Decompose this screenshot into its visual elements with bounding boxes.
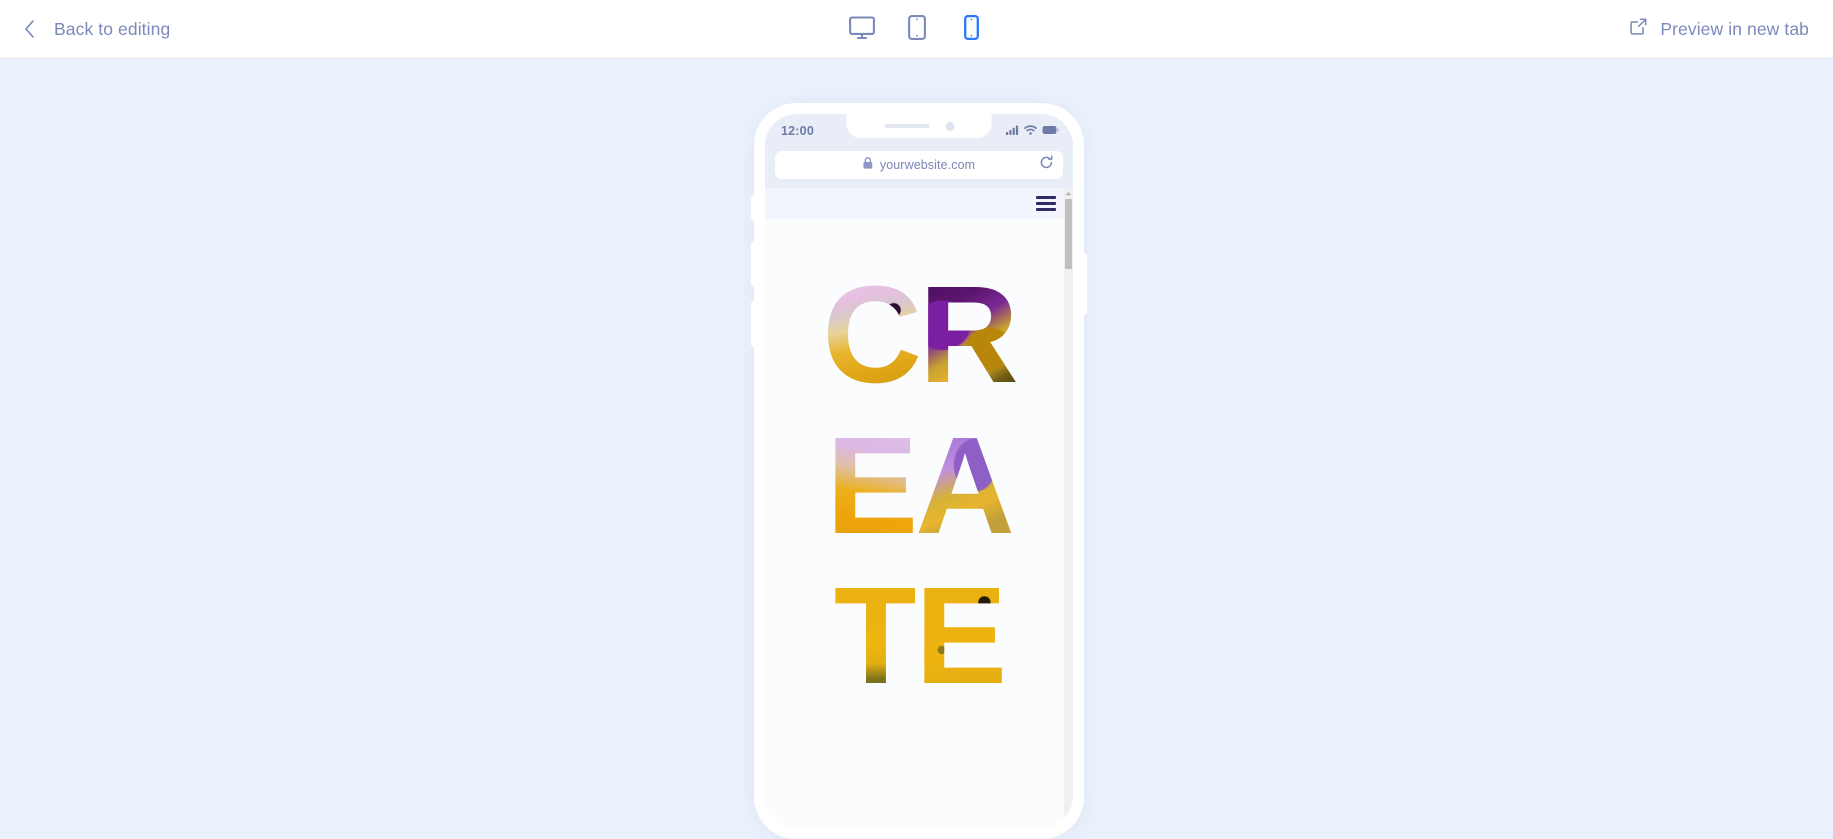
preview-toolbar: Back to editing Preview in new tab — [0, 0, 1833, 58]
address-bar[interactable]: yourwebsite.com — [775, 151, 1063, 179]
wifi-icon — [1024, 122, 1037, 140]
preview-canvas: 12:00 yourwebsite.com C R E A T E — [0, 58, 1833, 839]
hero-letter: E — [826, 408, 918, 563]
hero-letter: R — [919, 258, 1016, 412]
hero-row: T E — [833, 559, 1005, 714]
browser-chrome: yourwebsite.com — [765, 147, 1073, 188]
phone-volume-down-button — [751, 301, 755, 347]
device-toggle-desktop[interactable] — [847, 12, 877, 46]
reload-icon[interactable] — [1040, 155, 1053, 175]
phone-power-button — [1083, 253, 1087, 315]
website-viewport: C R E A T E — [765, 188, 1073, 828]
scrollbar-thumb[interactable] — [1065, 199, 1072, 269]
address-bar-url: yourwebsite.com — [879, 158, 976, 172]
scroll-up-arrow-icon[interactable] — [1064, 188, 1073, 199]
preview-in-new-tab-button[interactable]: Preview in new tab — [1630, 18, 1809, 40]
tablet-icon — [907, 15, 926, 43]
status-bar-icons — [1006, 122, 1059, 140]
hero-row: C R — [822, 258, 1016, 412]
address-bar-content: yourwebsite.com — [863, 156, 975, 174]
status-bar-time: 12:00 — [781, 123, 814, 138]
hero-headline: C R E A T E — [765, 219, 1073, 714]
hero-letter: E — [915, 559, 1005, 714]
website-navbar — [765, 188, 1073, 219]
mobile-device-mockup: 12:00 yourwebsite.com C R E A T E — [751, 103, 1087, 839]
phone-notch — [846, 114, 992, 138]
desktop-icon — [848, 15, 875, 43]
preview-in-new-tab-label: Preview in new tab — [1660, 18, 1809, 39]
back-to-editing-button[interactable]: Back to editing — [24, 19, 170, 40]
mobile-icon — [964, 14, 979, 43]
earpiece-speaker — [884, 124, 929, 128]
phone-status-bar: 12:00 — [765, 114, 1073, 147]
device-toggle-mobile[interactable] — [957, 12, 987, 46]
phone-volume-up-button — [751, 241, 755, 287]
chevron-left-icon — [24, 20, 35, 38]
phone-screen: 12:00 yourwebsite.com C R E A T E — [765, 114, 1073, 828]
back-to-editing-label: Back to editing — [54, 18, 171, 39]
device-preview-toggle-group — [847, 12, 987, 46]
hero-row: E A — [826, 408, 1012, 563]
signal-bars-icon — [1006, 122, 1019, 140]
phone-silent-switch — [751, 195, 755, 221]
hero-letter: C — [822, 258, 919, 412]
hamburger-menu-icon[interactable] — [1036, 196, 1056, 211]
hero-letter: A — [915, 408, 1012, 563]
website-scrollbar[interactable] — [1064, 188, 1073, 828]
padlock-icon — [863, 156, 873, 174]
external-link-icon — [1630, 18, 1647, 40]
battery-icon — [1042, 122, 1059, 140]
front-camera — [945, 121, 954, 131]
hero-letter: T — [833, 559, 918, 714]
device-toggle-tablet[interactable] — [902, 12, 932, 46]
